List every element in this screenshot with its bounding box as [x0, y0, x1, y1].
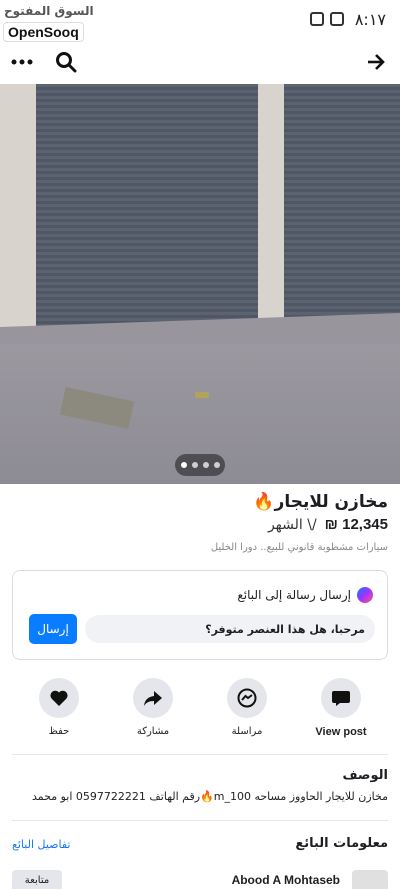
watermark-text: السوق المفتوح: [4, 4, 94, 18]
message-heading: إرسال رسالة إلى البائع: [237, 587, 373, 603]
price-value: 12,345 ₪: [324, 516, 388, 533]
back-arrow-icon[interactable]: [362, 48, 390, 76]
gallery-dot[interactable]: [180, 462, 187, 468]
divider: [12, 820, 388, 821]
description-text: مخازن للايجار الحاووز مساحه m_100🔥رقم ال…: [31, 790, 388, 803]
seller-details-link[interactable]: تفاصيل البائع: [12, 838, 70, 851]
more-icon[interactable]: [8, 48, 36, 76]
status-bar: السوق المفتوح ٨:١٧ OpenSooq: [0, 0, 400, 42]
listing-photo[interactable]: [0, 84, 400, 484]
follow-button[interactable]: متابعة: [12, 870, 62, 889]
heart-icon: [39, 678, 79, 718]
divider: [12, 754, 388, 755]
seller-name[interactable]: Abood A Mohtaseb: [232, 873, 340, 887]
seller-heading: معلومات البائع: [295, 836, 388, 851]
message-card: إرسال رسالة إلى البائع مرحبا، هل هذا الع…: [12, 570, 388, 660]
message-icon: [330, 12, 344, 26]
action-bar: View post مراسلة مشاركة حفظ: [0, 678, 400, 742]
gallery-dot[interactable]: [202, 462, 209, 468]
gallery-dot[interactable]: [191, 462, 198, 468]
save-button[interactable]: حفظ: [19, 678, 99, 737]
message-label: مراسلة: [231, 726, 263, 737]
save-label: حفظ: [48, 726, 70, 737]
share-icon: [133, 678, 173, 718]
view-post-label: View post: [315, 726, 367, 738]
messenger-icon: [227, 678, 267, 718]
listing-location[interactable]: سيارات مشطوبة قانوني للبيع.. دورا الخليل: [211, 542, 388, 553]
message-input[interactable]: مرحبا، هل هذا العنصر متوفر؟: [85, 615, 375, 643]
description-heading: الوصف: [342, 768, 388, 783]
share-label: مشاركة: [136, 726, 170, 737]
gallery-dot[interactable]: [213, 462, 220, 468]
listing-title: مخازن للايجار🔥: [253, 492, 388, 512]
price-unit: /\ الشهر: [267, 516, 317, 533]
message-heading-text: إرسال رسالة إلى البائع: [237, 588, 351, 602]
search-icon[interactable]: [52, 48, 80, 76]
listing-price: 12,345 ₪ /\ الشهر: [268, 516, 388, 533]
messenger-icon: [357, 587, 373, 603]
app-bar: [0, 44, 400, 80]
image-icon: [310, 12, 324, 26]
brand-logo: OpenSooq: [3, 22, 84, 42]
message-seller-button[interactable]: مراسلة: [207, 678, 287, 737]
share-button[interactable]: مشاركة: [113, 678, 193, 737]
photo-debris-small: [195, 392, 209, 398]
view-post-button[interactable]: View post: [301, 678, 381, 738]
status-time: ٨:١٧: [354, 10, 386, 29]
comment-icon: [321, 678, 361, 718]
status-icons: [310, 12, 344, 26]
gallery-indicator: [175, 454, 225, 476]
avatar[interactable]: [352, 870, 388, 889]
send-button[interactable]: إرسال: [29, 614, 77, 644]
